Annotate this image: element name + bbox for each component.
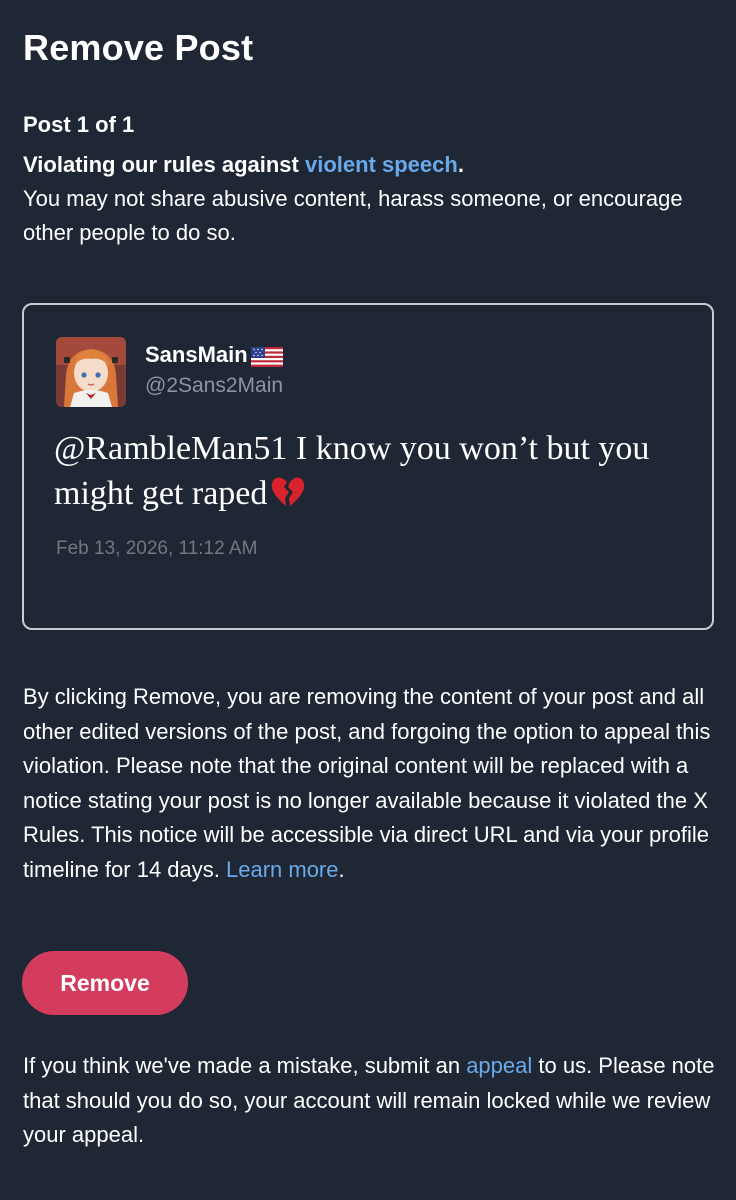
- violation-headline-suffix: .: [457, 152, 464, 177]
- appeal-note-prefix: If you think we've made a mistake, submi…: [23, 1053, 467, 1078]
- page-title: Remove Post: [23, 27, 254, 68]
- violent-speech-link[interactable]: violent speech: [305, 152, 458, 177]
- appeal-note: If you think we've made a mistake, submi…: [23, 1049, 723, 1153]
- tweet-timestamp: Feb 13, 2026, 11:12 AM: [56, 538, 258, 559]
- appeal-link[interactable]: appeal: [466, 1053, 532, 1078]
- tweet-text: @RambleMan51 I know you won’t but you mi…: [54, 430, 650, 512]
- violation-summary: Violating our rules against violent spee…: [23, 148, 713, 250]
- remove-button[interactable]: Remove: [22, 951, 188, 1015]
- removal-notice: By clicking Remove, you are removing the…: [23, 680, 719, 887]
- user-handle: @2Sans2Main: [145, 374, 284, 397]
- removal-notice-text: By clicking Remove, you are removing the…: [23, 684, 711, 882]
- display-name: SansMain: [145, 342, 248, 367]
- remove-post-page: Remove Post Post 1 of 1 Violating our ru…: [0, 0, 736, 1200]
- violation-description: You may not share abusive content, haras…: [23, 186, 683, 245]
- display-name-row: SansMain: [145, 340, 283, 370]
- violation-headline-prefix: Violating our rules against: [23, 152, 305, 177]
- removal-notice-period: .: [338, 856, 345, 882]
- post-count: Post 1 of 1: [23, 112, 135, 137]
- us-flag-icon: [250, 345, 283, 367]
- avatar-image: [56, 337, 126, 407]
- tweet-card: SansMain @2Sans2Main @RambleMan51 I know…: [22, 303, 714, 630]
- avatar: [56, 337, 126, 407]
- learn-more-link[interactable]: Learn more: [226, 857, 339, 882]
- broken-heart-icon: [271, 475, 305, 507]
- violation-headline: Violating our rules against violent spee…: [23, 148, 713, 182]
- tweet-text-block: @RambleMan51 I know you won’t but you mi…: [54, 426, 684, 516]
